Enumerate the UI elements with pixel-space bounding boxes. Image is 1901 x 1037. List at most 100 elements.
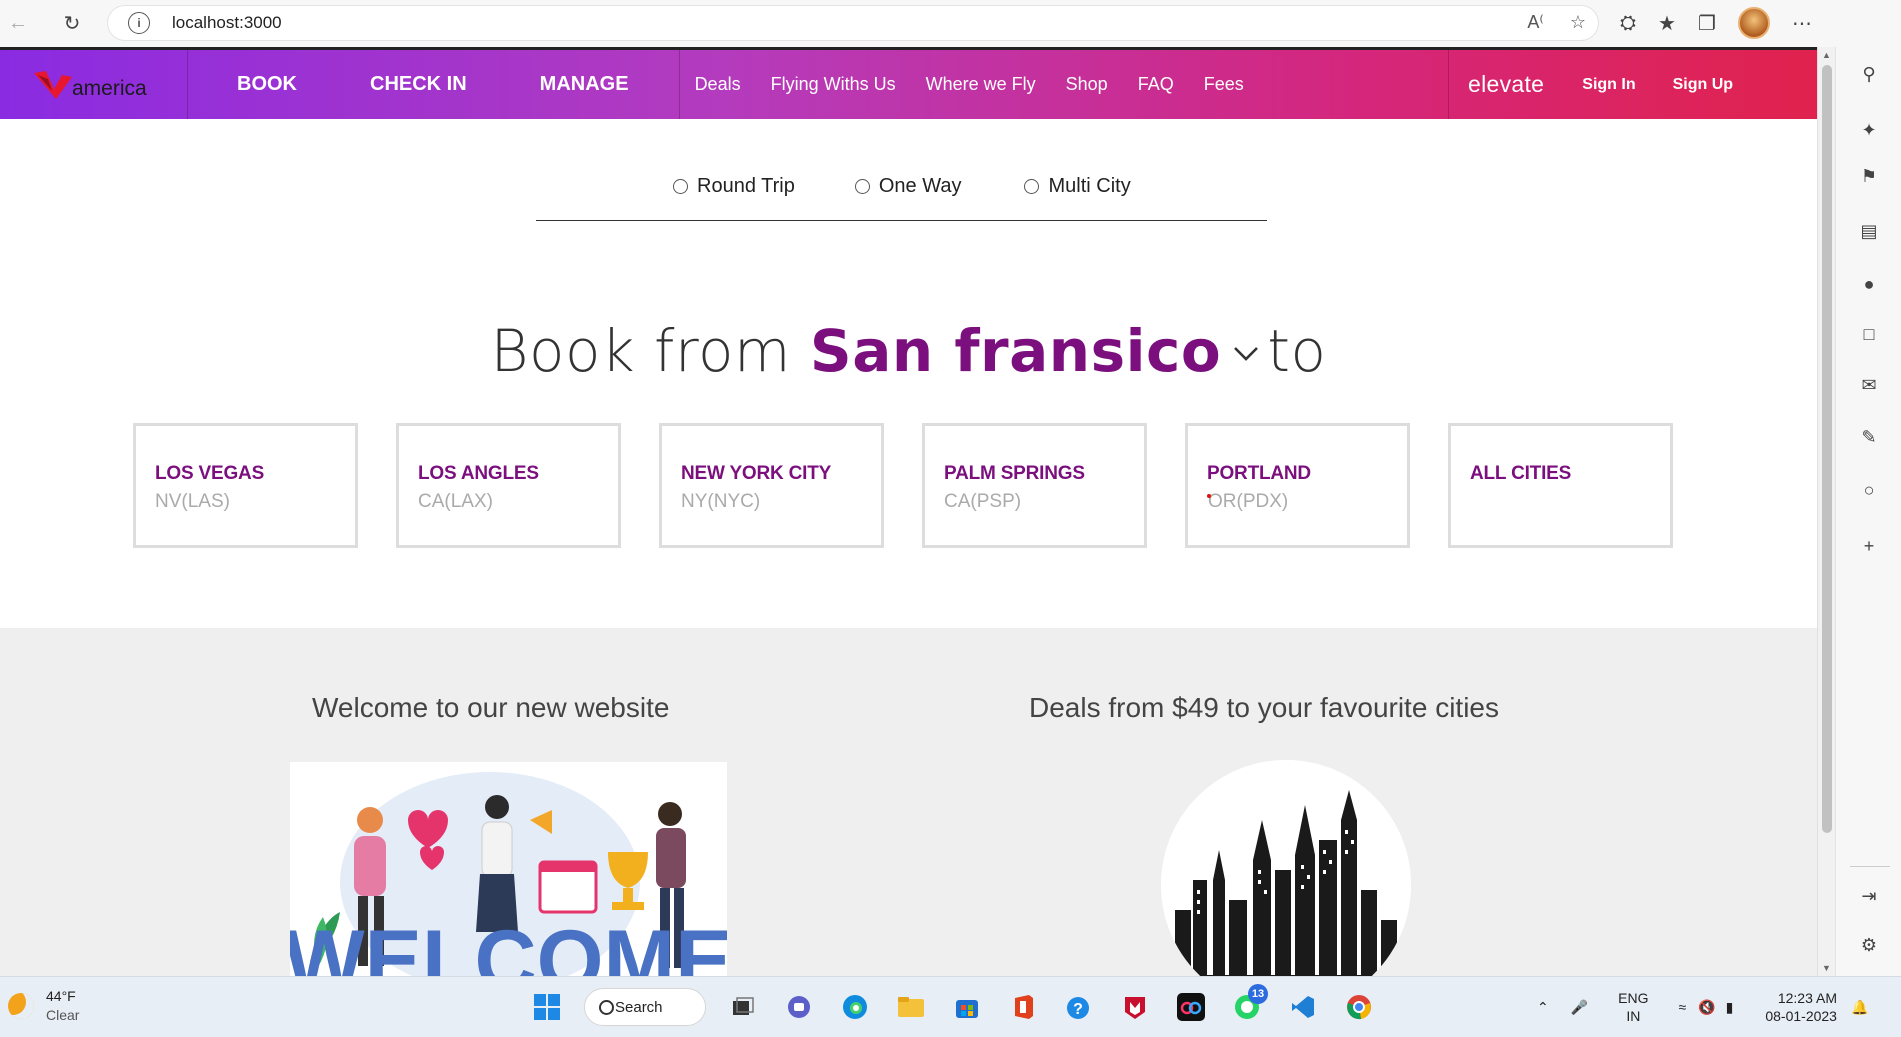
windows-start-icon[interactable] bbox=[528, 988, 566, 1026]
nav-where-we-fly[interactable]: Where we Fly bbox=[926, 74, 1036, 95]
nav-shop[interactable]: Shop bbox=[1066, 74, 1108, 95]
file-explorer-icon[interactable] bbox=[892, 988, 930, 1026]
profile-avatar[interactable] bbox=[1737, 7, 1770, 39]
language-indicator[interactable]: ENG IN bbox=[1618, 989, 1648, 1025]
tag-icon[interactable]: ⚑ bbox=[1858, 165, 1880, 187]
city-name: PORTLAND bbox=[1207, 463, 1311, 484]
wifi-icon[interactable]: ≈ bbox=[1679, 999, 1687, 1015]
windows-taskbar: 44°F Clear Search ? 13 ⌃ 🎤 ENG IN ≈ 🔇 ▮ … bbox=[0, 976, 1901, 1037]
origin-city-select[interactable]: San fransico bbox=[810, 317, 1221, 385]
welcome-illustration: WELCOME bbox=[290, 762, 727, 976]
clock[interactable]: 12:23 AM 08-01-2023 bbox=[1765, 989, 1837, 1025]
nav-book[interactable]: BOOK bbox=[237, 73, 297, 96]
office-icon[interactable] bbox=[1004, 988, 1042, 1026]
one-way-radio[interactable] bbox=[854, 179, 870, 194]
whatsapp-badge: 13 bbox=[1248, 984, 1268, 1004]
trip-round-trip[interactable]: Round Trip bbox=[673, 175, 795, 198]
logo-mark-icon bbox=[34, 70, 72, 99]
favorite-add-icon[interactable]: ☆ bbox=[1570, 12, 1586, 33]
skyline-svg bbox=[1161, 760, 1411, 976]
collections-icon[interactable]: ❐ bbox=[1698, 11, 1716, 36]
city-name: PALM SPRINGS bbox=[944, 463, 1085, 484]
elevate-brand[interactable]: elevate bbox=[1468, 71, 1544, 98]
more-icon[interactable]: ⋯ bbox=[1792, 11, 1812, 36]
chevron-down-icon[interactable] bbox=[1231, 338, 1261, 368]
info-icon[interactable]: i bbox=[128, 12, 150, 34]
nav-faq[interactable]: FAQ bbox=[1138, 74, 1174, 95]
edge-browser-icon[interactable] bbox=[836, 988, 874, 1026]
city-code: NV(LAS) bbox=[155, 491, 230, 512]
edge-sidebar: ⚲ ✦ ⚑ ▤ ● □ ✉ ✎ ○ + ⇥ ⚙ bbox=[1835, 47, 1901, 976]
copilot-icon[interactable]: ✦ bbox=[1858, 119, 1880, 141]
scroll-down-icon[interactable]: ▼ bbox=[1822, 963, 1831, 973]
address-bar[interactable]: i localhost:3000 A⁽ ☆ bbox=[107, 5, 1599, 41]
battery-icon[interactable]: ▮ bbox=[1726, 999, 1734, 1016]
page-viewport: america BOOK CHECK IN MANAGE Deals Flyin… bbox=[0, 47, 1817, 976]
store-icon[interactable] bbox=[948, 988, 986, 1026]
settings-icon[interactable]: ⚙ bbox=[1858, 934, 1880, 956]
trip-one-way[interactable]: One Way bbox=[854, 175, 961, 198]
drop-icon[interactable]: ✎ bbox=[1858, 426, 1880, 448]
games-icon[interactable]: ● bbox=[1858, 273, 1880, 295]
taskbar-apps: Search ? 13 bbox=[528, 984, 1378, 1029]
city-code: NY(NYC) bbox=[681, 491, 761, 512]
city-card-all-cities[interactable]: ALL CITIES bbox=[1448, 423, 1673, 548]
favorites-icon[interactable]: ★ bbox=[1658, 11, 1676, 36]
mcafee-icon[interactable] bbox=[1116, 988, 1154, 1026]
round-trip-label: Round Trip bbox=[697, 175, 795, 197]
city-name: NEW YORK CITY bbox=[681, 463, 832, 484]
reload-icon[interactable]: ↻ bbox=[54, 6, 90, 42]
browser-toolbar: ← ↻ i localhost:3000 A⁽ ☆ ⛭ ★ ❐ ⋯ bbox=[0, 0, 1901, 47]
notification-icon[interactable]: ○ bbox=[1858, 479, 1880, 501]
multi-city-radio[interactable] bbox=[1024, 179, 1040, 194]
city-card-portland[interactable]: PORTLAND OR(PDX) bbox=[1185, 423, 1410, 548]
weather-widget[interactable]: 44°F Clear bbox=[8, 987, 79, 1025]
site-logo[interactable]: america bbox=[0, 50, 188, 119]
office-icon[interactable]: □ bbox=[1858, 323, 1880, 345]
notification-bell-icon[interactable]: 🔔 bbox=[1851, 999, 1868, 1016]
speaker-muted-icon[interactable]: 🔇 bbox=[1698, 999, 1715, 1016]
primary-nav: BOOK CHECK IN MANAGE bbox=[188, 50, 680, 119]
nav-flying-with-us[interactable]: Flying Withs Us bbox=[771, 74, 896, 95]
trip-type-selector: Round Trip One Way Multi City bbox=[536, 175, 1267, 221]
nav-deals[interactable]: Deals bbox=[695, 74, 741, 95]
back-icon[interactable]: ← bbox=[0, 6, 36, 42]
city-card-los-angeles[interactable]: LOS ANGLES CA(LAX) bbox=[396, 423, 621, 548]
account-area: elevate Sign In Sign Up bbox=[1448, 50, 1733, 119]
outlook-icon[interactable]: ✉ bbox=[1858, 374, 1880, 396]
page-scrollbar[interactable]: ▲ ▼ bbox=[1817, 47, 1835, 976]
welcome-title: Welcome to our new website bbox=[312, 692, 670, 723]
task-view-icon[interactable] bbox=[724, 988, 762, 1026]
chevron-up-icon[interactable]: ⌃ bbox=[1537, 999, 1549, 1016]
weather-condition: Clear bbox=[46, 1007, 80, 1023]
sign-in-link[interactable]: Sign In bbox=[1582, 76, 1635, 94]
chrome-icon[interactable] bbox=[1340, 988, 1378, 1026]
nav-fees[interactable]: Fees bbox=[1204, 74, 1244, 95]
vscode-icon[interactable] bbox=[1284, 988, 1322, 1026]
nav-check-in[interactable]: CHECK IN bbox=[370, 73, 467, 96]
url-text: localhost:3000 bbox=[172, 13, 282, 32]
trip-multi-city[interactable]: Multi City bbox=[1024, 175, 1131, 198]
lang-top: ENG bbox=[1618, 990, 1649, 1006]
round-trip-radio[interactable] bbox=[673, 179, 688, 194]
nav-manage[interactable]: MANAGE bbox=[540, 73, 629, 96]
help-icon[interactable]: ? bbox=[1060, 988, 1098, 1026]
hide-sidebar-icon[interactable]: ⇥ bbox=[1858, 885, 1880, 907]
taskbar-search[interactable]: Search bbox=[584, 988, 706, 1026]
search-icon[interactable]: ⚲ bbox=[1858, 63, 1880, 85]
creative-cloud-icon[interactable] bbox=[1172, 988, 1210, 1026]
city-card-las-vegas[interactable]: LOS VEGAS NV(LAS) bbox=[133, 423, 358, 548]
tools-icon[interactable]: ▤ bbox=[1858, 220, 1880, 242]
city-card-palm-springs[interactable]: PALM SPRINGS CA(PSP) bbox=[922, 423, 1147, 548]
sign-up-link[interactable]: Sign Up bbox=[1673, 76, 1733, 94]
scroll-up-icon[interactable]: ▲ bbox=[1822, 50, 1831, 60]
city-card-new-york[interactable]: NEW YORK CITY NY(NYC) bbox=[659, 423, 884, 548]
scrollbar-thumb[interactable] bbox=[1822, 65, 1832, 833]
teams-chat-icon[interactable] bbox=[780, 988, 818, 1026]
extensions-icon[interactable]: ⛭ bbox=[1620, 12, 1636, 35]
clock-time: 12:23 AM bbox=[1777, 990, 1837, 1006]
whatsapp-icon[interactable]: 13 bbox=[1228, 984, 1268, 1026]
microphone-icon[interactable]: 🎤 bbox=[1571, 999, 1588, 1016]
add-icon[interactable]: + bbox=[1858, 535, 1880, 557]
read-aloud-icon[interactable]: A⁽ bbox=[1527, 12, 1543, 33]
